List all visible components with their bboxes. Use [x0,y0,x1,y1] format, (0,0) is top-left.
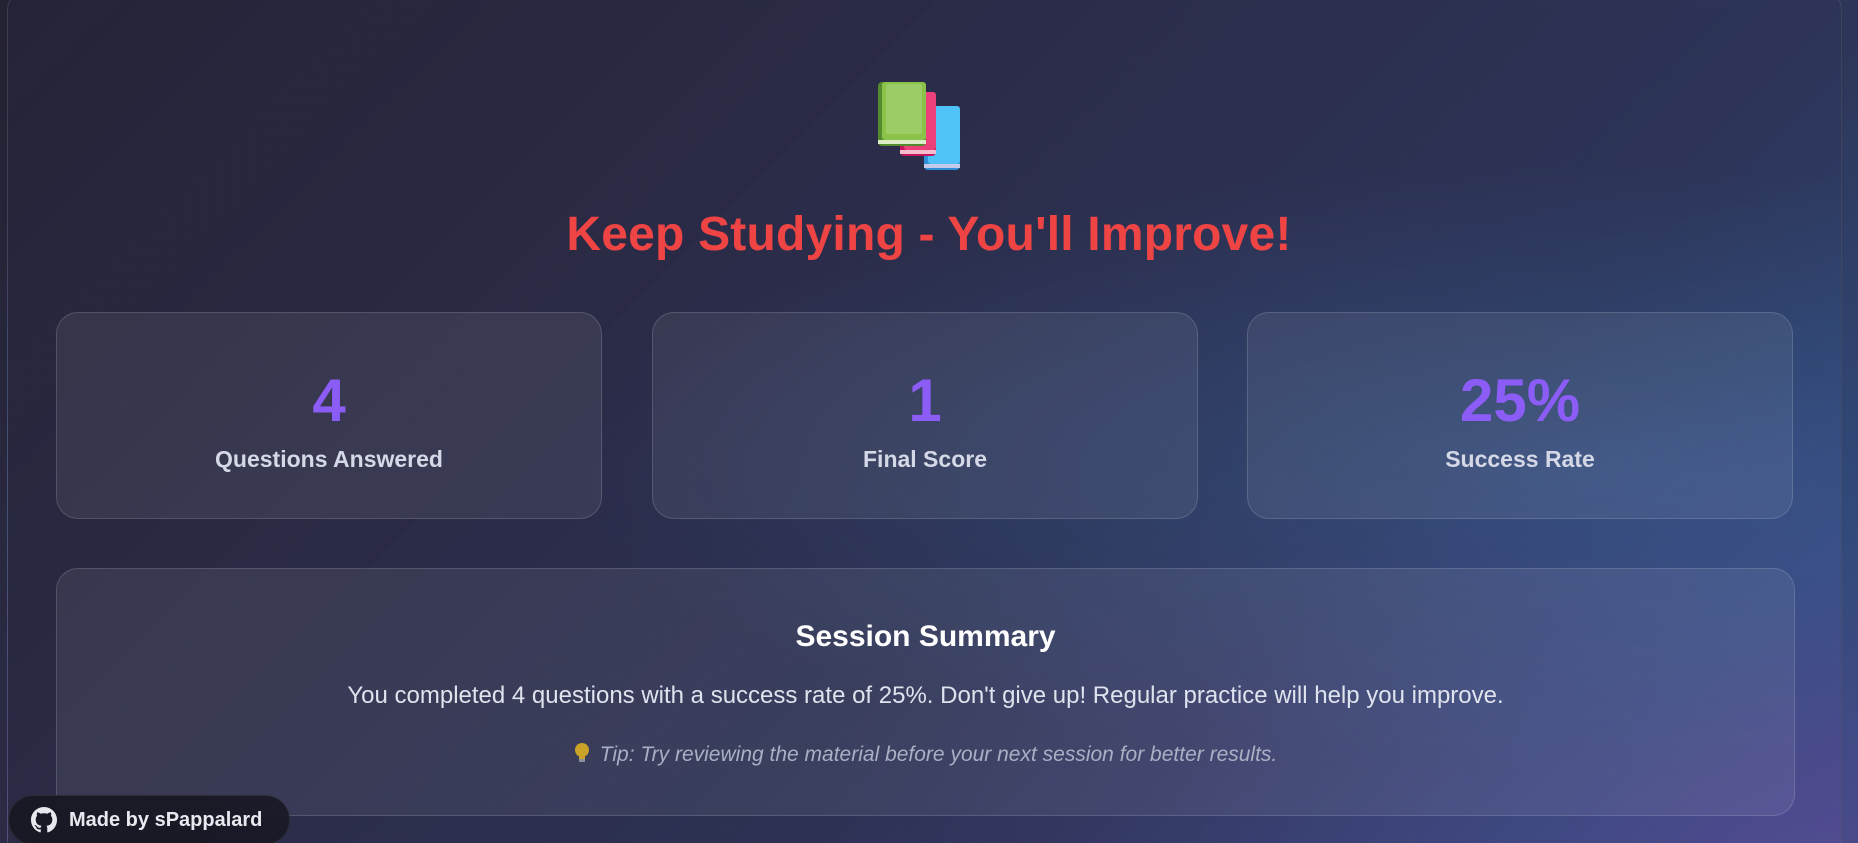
badge-label: Made by sPappalard [69,808,263,831]
summary-text: You completed 4 questions with a success… [347,682,1504,709]
summary-tip: Tip: Try reviewing the material before y… [57,741,1794,769]
stat-value: 25% [1459,367,1581,434]
stat-card-questions-answered: 4 Questions Answered [56,312,602,519]
books-icon [878,82,960,170]
github-icon [31,807,57,833]
stat-label: Questions Answered [215,446,443,472]
stat-card-final-score: 1 Final Score [652,312,1198,519]
result-title: Keep Studying - You'll Improve! [566,208,1292,261]
tip-text: Tip: Try reviewing the material before y… [599,743,1278,766]
stat-label: Final Score [863,446,987,472]
made-by-badge[interactable]: Made by sPappalard [8,795,290,843]
stat-card-success-rate: 25% Success Rate [1247,312,1793,519]
stat-value: 1 [908,367,942,434]
lightbulb-icon [574,743,589,762]
summary-title: Session Summary [795,620,1056,653]
stat-value: 4 [312,367,346,434]
session-summary-card: Session Summary You completed 4 question… [56,568,1795,816]
stat-label: Success Rate [1445,446,1595,472]
